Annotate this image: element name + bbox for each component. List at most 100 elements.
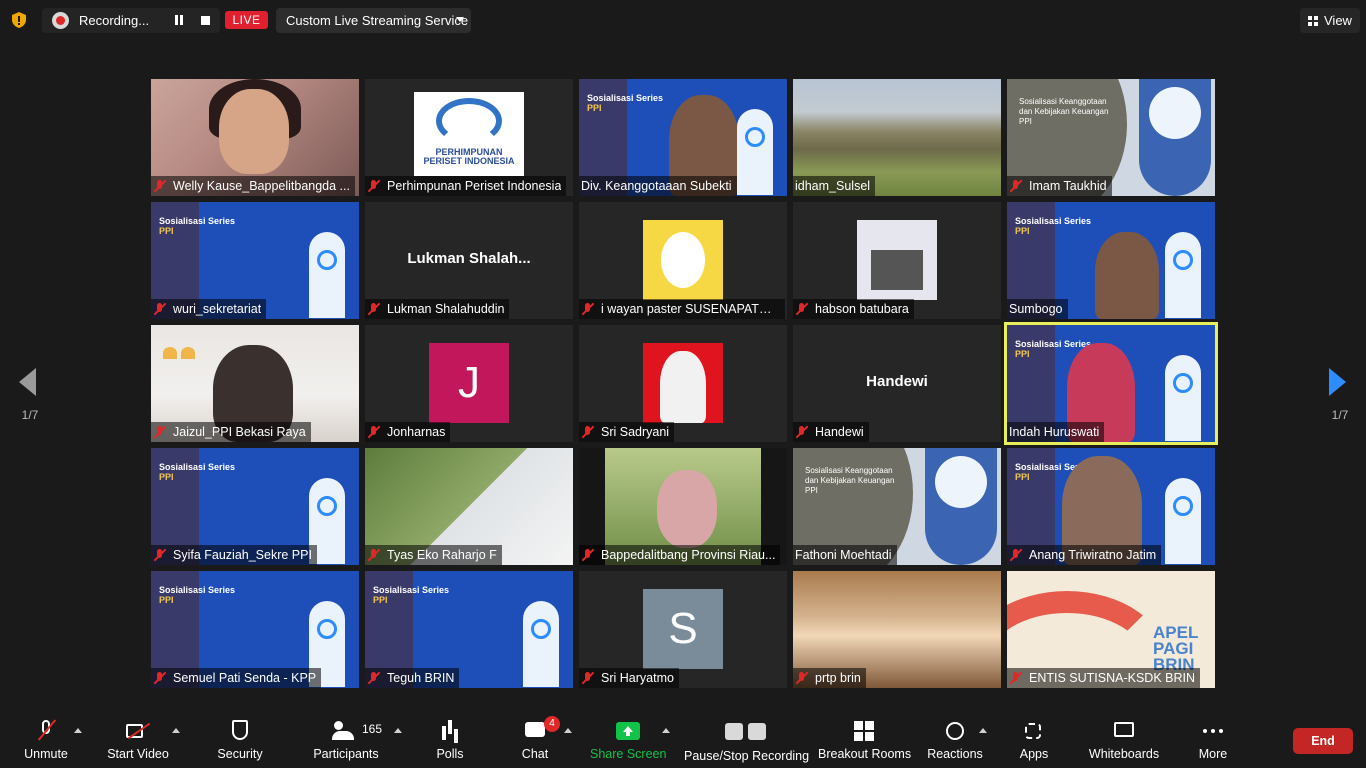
video-tile[interactable]: Sosialisasi Keanggotaan dan Kebijakan Ke… (1007, 79, 1215, 196)
participant-nameplate: ENTIS SUTISNA-KSDK BRIN (1007, 668, 1200, 688)
apps-button[interactable]: Apps (1014, 708, 1054, 768)
grid-view-icon (1308, 16, 1318, 26)
apel-pagi-text: APEL PAGI BRIN (1153, 623, 1199, 674)
muted-mic-icon (1009, 548, 1023, 562)
participant-video (657, 470, 717, 548)
video-options-chevron-icon[interactable] (172, 728, 180, 733)
profile-picture (857, 220, 937, 300)
slide-series-title: Sosialisasi Series PPI (587, 93, 664, 113)
participant-nameplate: Syifa Fauziah_Sekre PPI (151, 545, 317, 565)
participant-name: Teguh BRIN (387, 671, 455, 685)
video-tile[interactable]: Sri Sadryani (579, 325, 787, 442)
muted-mic-icon (581, 671, 595, 685)
video-tile[interactable]: Bappedalitbang Provinsi Riau... (579, 448, 787, 565)
share-options-chevron-icon[interactable] (662, 728, 670, 733)
participant-nameplate: Fathoni Moehtadi (793, 545, 897, 565)
participant-name: Anang Triwiratno Jatim (1029, 548, 1157, 562)
breakout-rooms-label: Breakout Rooms (818, 747, 912, 761)
muted-mic-icon (795, 425, 809, 439)
participant-name: i wayan paster SUSENAPATHY... (601, 302, 780, 316)
participant-display-name: Handewi (866, 373, 928, 390)
breakout-rooms-button[interactable]: Breakout Rooms (818, 708, 912, 768)
video-tile[interactable]: PERHIMPUNAN PERISET INDONESIA Perhimpuna… (365, 79, 573, 196)
end-meeting-button[interactable]: End (1293, 728, 1353, 754)
slide-series-title: Sosialisasi Series PPI (159, 216, 236, 236)
participant-nameplate: i wayan paster SUSENAPATHY... (579, 299, 785, 319)
participants-options-chevron-icon[interactable] (394, 728, 402, 733)
live-badge: LIVE (225, 11, 268, 29)
reactions-options-chevron-icon[interactable] (979, 728, 987, 733)
video-tile[interactable]: Sosialisasi Keanggotaan dan Kebijakan Ke… (793, 448, 1001, 565)
participant-name: habson batubara (815, 302, 909, 316)
next-page-button[interactable]: 1/7 (1322, 368, 1352, 428)
page-indicator-left: 1/7 (21, 408, 39, 422)
whiteboards-button[interactable]: Whiteboards (1086, 708, 1162, 768)
video-tile[interactable]: idham_Sulsel (793, 79, 1001, 196)
video-tile[interactable]: Handewi Handewi (793, 325, 1001, 442)
video-tile[interactable]: Sosialisasi Series PPI Teguh BRIN (365, 571, 573, 688)
ppi-logo-icon (745, 127, 765, 147)
participant-nameplate: Indah Huruswati (1007, 422, 1105, 442)
unmute-label: Unmute (24, 747, 68, 761)
recording-indicator: Recording... (42, 8, 220, 33)
video-tile[interactable]: Lukman Shalah... Lukman Shalahuddin (365, 202, 573, 319)
video-tile[interactable]: prtp brin (793, 571, 1001, 688)
video-tile[interactable]: Tyas Eko Raharjo F (365, 448, 573, 565)
live-stream-service-dropdown[interactable]: Custom Live Streaming Service (276, 8, 471, 33)
video-tile[interactable]: Sosialisasi Series PPI Sumbogo (1007, 202, 1215, 319)
participants-label: Participants (313, 747, 379, 761)
video-tile[interactable]: i wayan paster SUSENAPATHY... (579, 202, 787, 319)
participant-name: Sumbogo (1009, 302, 1063, 316)
video-tile[interactable]: Sosialisasi Series PPI Anang Triwiratno J… (1007, 448, 1215, 565)
video-tile[interactable]: habson batubara (793, 202, 1001, 319)
participant-name: Semuel Pati Senda - KPP (173, 671, 317, 685)
participant-nameplate: Tyas Eko Raharjo F (365, 545, 502, 565)
video-tile[interactable]: Jaizul_PPI Bekasi Raya (151, 325, 359, 442)
video-tile[interactable]: Sosialisasi Series PPI Syifa Fauziah_Sekr… (151, 448, 359, 565)
slide-series-title: Sosialisasi Series PPI (159, 585, 236, 605)
more-label: More (1198, 747, 1228, 761)
video-tile[interactable]: Sosialisasi Series PPI Div. Keanggotaaan … (579, 79, 787, 196)
video-tile[interactable]: Sosialisasi Series PPI wuri_sekretariat (151, 202, 359, 319)
ppi-logo-icon (1173, 250, 1193, 270)
pause-recording-button[interactable] (172, 13, 186, 27)
stop-recording-button[interactable] (201, 16, 210, 25)
security-button[interactable]: Security (212, 708, 268, 768)
ppi-logo-icon (1173, 496, 1193, 516)
view-label: View (1324, 13, 1352, 28)
video-tile[interactable]: J Jonharnas (365, 325, 573, 442)
reactions-button[interactable]: Reactions (926, 708, 984, 768)
participant-name: wuri_sekretariat (173, 302, 262, 316)
participants-button[interactable]: Participants (310, 708, 382, 768)
participant-nameplate: idham_Sulsel (793, 176, 876, 196)
view-button[interactable]: View (1300, 8, 1360, 33)
pause-stop-recording-button[interactable]: Pause/Stop Recording (684, 708, 809, 768)
encryption-shield-icon[interactable] (10, 11, 28, 29)
participants-icon (332, 720, 356, 742)
participant-name: Sri Sadryani (601, 425, 670, 439)
video-tile[interactable]: Sosialisasi Series PPI Semuel Pati Senda … (151, 571, 359, 688)
audio-options-chevron-icon[interactable] (74, 728, 82, 733)
muted-mic-icon (367, 425, 381, 439)
pause-stop-icon (723, 720, 767, 742)
recording-dot-icon (52, 12, 69, 29)
muted-mic-icon (153, 179, 167, 193)
active-speaker-tile[interactable]: Sosialisasi Series PPI Indah Huruswati (1004, 322, 1218, 445)
profile-picture (643, 220, 723, 300)
recording-label: Recording... (79, 13, 150, 28)
polls-button[interactable]: Polls (426, 708, 474, 768)
video-tile[interactable]: Welly Kause_Bappelitbangda ... (151, 79, 359, 196)
previous-page-button[interactable]: 1/7 (12, 368, 42, 428)
participant-name: Handewi (815, 425, 864, 439)
participant-video (1095, 232, 1159, 319)
share-screen-button[interactable]: Share Screen (590, 708, 666, 768)
more-button[interactable]: More (1194, 708, 1232, 768)
chat-options-chevron-icon[interactable] (564, 728, 572, 733)
start-video-button[interactable]: Start Video (104, 708, 172, 768)
unmute-button[interactable]: Unmute (18, 708, 74, 768)
participant-name: idham_Sulsel (795, 179, 871, 193)
reactions-label: Reactions (927, 747, 983, 761)
video-tile[interactable]: APEL PAGI BRIN ENTIS SUTISNA-KSDK BRIN (1007, 571, 1215, 688)
participant-nameplate: Jonharnas (365, 422, 451, 442)
video-tile[interactable]: S Sri Haryatmo (579, 571, 787, 688)
